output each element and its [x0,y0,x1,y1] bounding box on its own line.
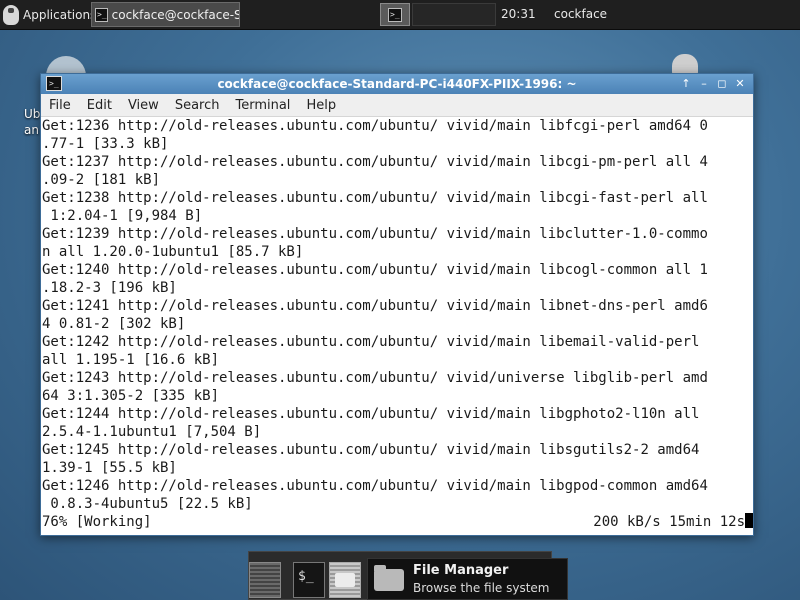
terminal-line: 1:2.04-1 [9,984 B] [42,208,203,224]
applications-menu-button[interactable]: Applications [3,3,96,26]
folder-icon [374,565,404,591]
menu-terminal[interactable]: Terminal [227,98,298,113]
terminal-line: 64 3:1.305-2 [335 kB] [42,388,220,404]
folder-icon [335,573,355,587]
terminal-line: Get:1236 http://old-releases.ubuntu.com/… [42,118,708,134]
trash-icon[interactable] [672,54,698,74]
terminal-line: n all 1.20.0-1ubuntu1 [85.7 kB] [42,244,304,260]
menubar: File Edit View Search Terminal Help [41,94,753,117]
terminal-line: Get:1238 http://old-releases.ubuntu.com/… [42,190,708,206]
applications-label: Applications [23,7,97,22]
menu-help[interactable]: Help [298,98,344,113]
window-titlebar[interactable]: >_ cockface@cockface-Standard-PC-i440FX-… [41,74,753,94]
progress-percent: 76% [Working] [42,514,152,530]
terminal-icon: $_ [298,569,314,584]
terminal-line: all 1.195-1 [16.6 kB] [42,352,220,368]
top-panel: Applications >_ cockface@cockface-Sta...… [0,0,800,30]
menu-search[interactable]: Search [167,98,228,113]
shade-button[interactable]: ↑ [679,76,693,91]
terminal-line: 4 0.81-2 [302 kB] [42,316,186,332]
file-manager-launcher[interactable] [329,562,361,598]
terminal-output[interactable]: Get:1236 http://old-releases.ubuntu.com/… [42,117,753,533]
terminal-cursor [745,513,753,528]
window-title: cockface@cockface-Standard-PC-i440FX-PII… [217,77,577,91]
terminal-line: Get:1241 http://old-releases.ubuntu.com/… [42,298,708,314]
terminal-line: Get:1245 http://old-releases.ubuntu.com/… [42,442,700,458]
show-desktop-launcher[interactable] [249,562,281,598]
terminal-line: .09-2 [181 kB] [42,172,161,188]
taskbar-label: cockface@cockface-Sta... [111,7,239,22]
close-button[interactable]: ✕ [733,76,747,91]
terminal-line: Get:1242 http://old-releases.ubuntu.com/… [42,334,700,350]
progress-status-line: 76% [Working] 200 kB/s 15min 12s [42,513,753,531]
workspace-1-button[interactable]: >_ [380,3,410,26]
terminal-line: Get:1243 http://old-releases.ubuntu.com/… [42,370,708,386]
window-controls: ↑ – ◻ ✕ [679,76,747,91]
tooltip-title: File Manager [413,563,509,578]
workspace-2-button[interactable] [412,3,496,26]
download-rate: 200 kB/s 15min 12s [593,513,753,531]
terminal-line: Get:1240 http://old-releases.ubuntu.com/… [42,262,708,278]
menu-file[interactable]: File [41,98,79,113]
maximize-button[interactable]: ◻ [715,76,729,91]
taskbar-terminal-button[interactable]: >_ cockface@cockface-Sta... [91,2,240,27]
terminal-launcher[interactable]: $_ [293,562,325,598]
terminal-icon: >_ [388,7,402,22]
terminal-line: 2.5.4-1.1ubuntu1 [7,504 B] [42,424,262,440]
terminal-line: Get:1237 http://old-releases.ubuntu.com/… [42,154,708,170]
minimize-button[interactable]: – [697,76,711,91]
clock[interactable]: 20:31 [501,7,536,21]
terminal-icon: >_ [95,7,108,22]
terminal-line: 1.39-1 [55.5 kB] [42,460,177,476]
desktop-icon-label: Ub an [24,107,41,137]
menu-view[interactable]: View [120,98,167,113]
user-menu[interactable]: cockface [554,7,607,21]
terminal-line: .18.2-3 [196 kB] [42,280,177,296]
xfce-mouse-icon [3,4,19,25]
terminal-line: Get:1239 http://old-releases.ubuntu.com/… [42,226,708,242]
terminal-line: Get:1246 http://old-releases.ubuntu.com/… [42,478,708,494]
terminal-line: Get:1244 http://old-releases.ubuntu.com/… [42,406,700,422]
menu-edit[interactable]: Edit [79,98,120,113]
terminal-line: .77-1 [33.3 kB] [42,136,169,152]
tooltip-description: Browse the file system [413,581,550,595]
launcher-tooltip: File Manager Browse the file system [367,558,568,600]
terminal-line: 0.8.3-4ubuntu5 [22.5 kB] [42,496,253,512]
terminal-window: >_ cockface@cockface-Standard-PC-i440FX-… [40,73,754,536]
